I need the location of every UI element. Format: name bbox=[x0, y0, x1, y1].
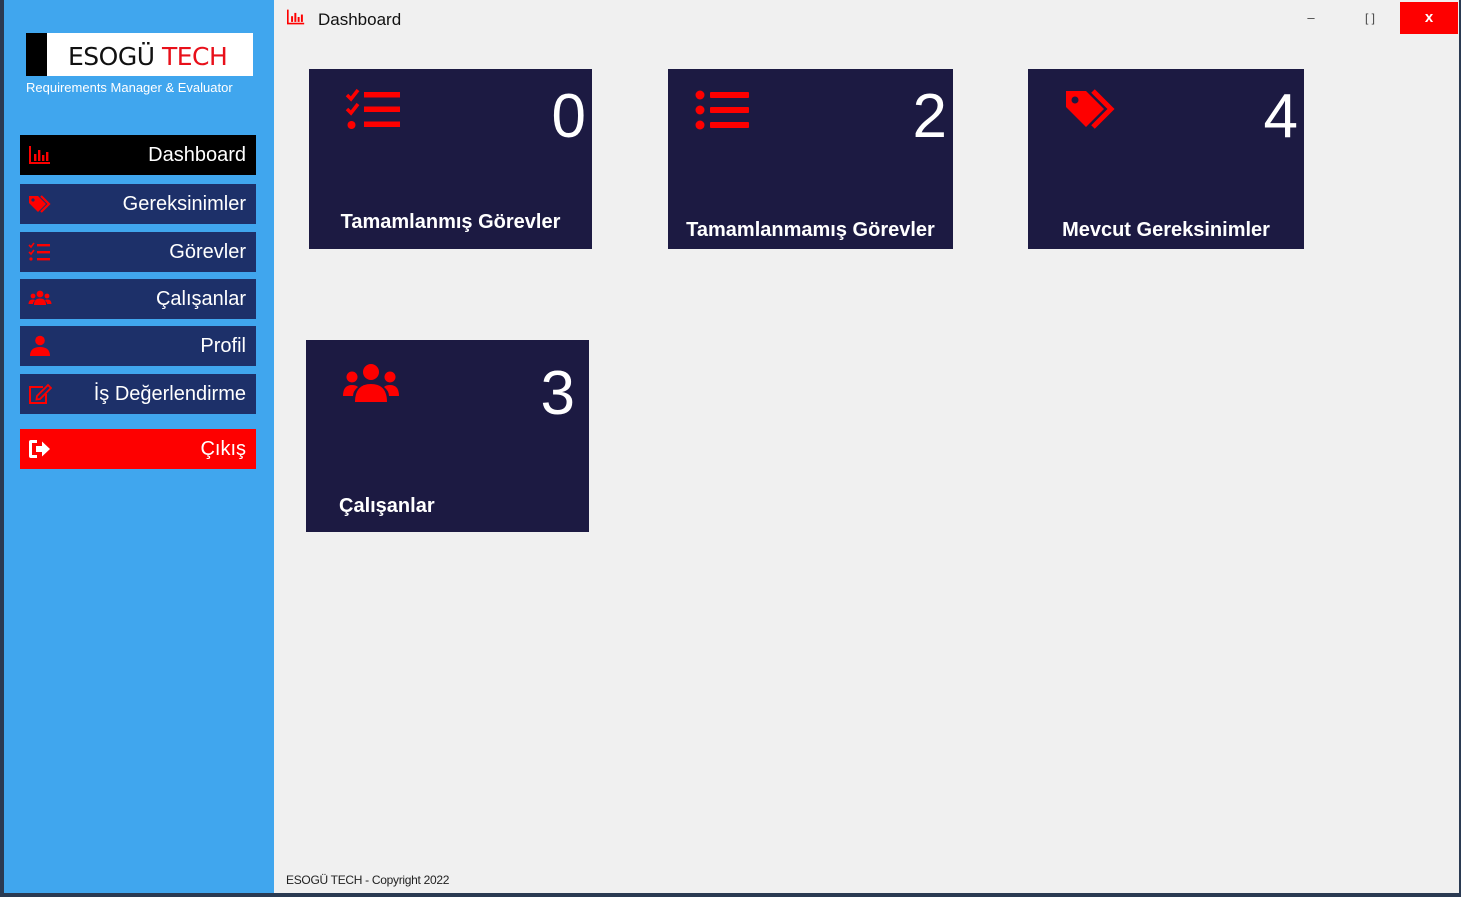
sidebar-item-label: Görevler bbox=[169, 241, 246, 263]
brand-name-part1: ESOGÜ bbox=[68, 42, 155, 71]
chart-bar-icon bbox=[287, 9, 305, 25]
card-label: Tamamlanmış Görevler bbox=[340, 211, 561, 233]
sign-out-icon bbox=[29, 440, 50, 458]
list-icon bbox=[695, 90, 749, 130]
logout-button[interactable]: Çıkış bbox=[20, 429, 256, 469]
close-button[interactable]: x bbox=[1400, 2, 1458, 34]
card-tamamlanmis-gorevler[interactable]: 0 Tamamlanmış Görevler bbox=[309, 69, 592, 249]
card-count: 0 bbox=[551, 82, 586, 151]
sidebar-item-profil[interactable]: Profil bbox=[20, 326, 256, 366]
brand-subtitle: Requirements Manager & Evaluator bbox=[26, 80, 233, 95]
maximize-button[interactable]: [ ] bbox=[1341, 2, 1399, 34]
chart-bar-icon bbox=[29, 146, 50, 164]
tasks-list-icon bbox=[28, 242, 50, 261]
brand-name: ESOGÜ TECH bbox=[68, 42, 228, 71]
card-tamamlanmamis-gorevler[interactable]: 2 Tamamlanmamış Görevler bbox=[668, 69, 953, 249]
brand-logo: ESOGÜ TECH bbox=[26, 33, 253, 76]
sidebar-item-label: Dashboard bbox=[148, 144, 246, 166]
sidebar-item-label: İş Değerlendirme bbox=[93, 383, 246, 405]
users-icon bbox=[343, 364, 399, 402]
card-count: 4 bbox=[1263, 82, 1298, 151]
card-mevcut-gereksinimler[interactable]: 4 Mevcut Gereksinimler bbox=[1028, 69, 1304, 249]
card-label: Mevcut Gereksinimler bbox=[1062, 219, 1270, 241]
sidebar-item-dashboard[interactable]: Dashboard bbox=[20, 135, 256, 175]
tags-icon bbox=[29, 195, 51, 213]
logo-bar bbox=[26, 33, 47, 76]
sidebar-item-gorevler[interactable]: Görevler bbox=[20, 232, 256, 272]
minimize-button[interactable]: – bbox=[1282, 2, 1340, 34]
user-icon bbox=[30, 335, 50, 356]
title-bar: Dashboard – [ ] x bbox=[274, 0, 1459, 37]
app-window: ESOGÜ TECH Requirements Manager & Evalua… bbox=[4, 0, 1459, 893]
footer: ESOGÜ TECH - Copyright 2022 bbox=[274, 863, 1459, 893]
sidebar-item-label: Çalışanlar bbox=[155, 288, 246, 310]
card-label: Tamamlanmamış Görevler bbox=[686, 219, 935, 241]
sidebar-item-label: Gereksinimler bbox=[122, 193, 246, 215]
sidebar-item-is-degerlendirme[interactable]: İş Değerlendirme bbox=[20, 374, 256, 414]
edit-icon bbox=[29, 383, 52, 404]
brand-name-part2: TECH bbox=[161, 42, 228, 71]
card-calisanlar[interactable]: 3 Çalışanlar bbox=[306, 340, 589, 532]
footer-copyright: ESOGÜ TECH - Copyright 2022 bbox=[286, 873, 450, 887]
card-count: 3 bbox=[540, 359, 575, 428]
sidebar-item-calisanlar[interactable]: Çalışanlar bbox=[20, 279, 256, 319]
card-label: Çalışanlar bbox=[339, 495, 435, 517]
sidebar-item-gereksinimler[interactable]: Gereksinimler bbox=[20, 184, 256, 224]
logout-label: Çıkış bbox=[200, 438, 246, 460]
sidebar-item-label: Profil bbox=[200, 335, 246, 357]
card-count: 2 bbox=[912, 82, 947, 151]
tasks-check-icon bbox=[345, 88, 400, 129]
sidebar: ESOGÜ TECH Requirements Manager & Evalua… bbox=[4, 0, 274, 893]
page-title: Dashboard bbox=[318, 10, 402, 29]
users-icon bbox=[28, 290, 52, 305]
tags-icon bbox=[1066, 89, 1115, 129]
